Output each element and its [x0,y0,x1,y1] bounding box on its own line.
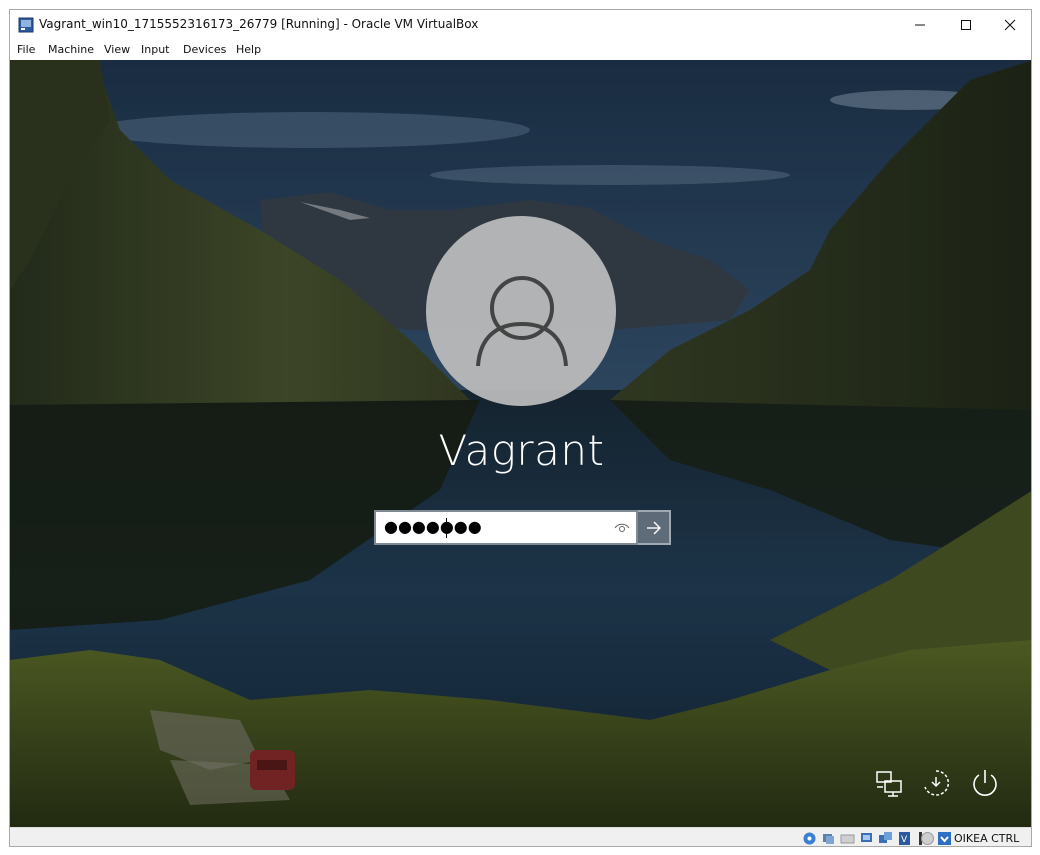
password-input[interactable]: ●●●●●●● [374,510,638,545]
virtualbox-window: Vagrant_win10_1715552316173_26779 [Runni… [9,9,1032,847]
menu-bar: File Machine View Input Devices Help [10,40,1031,60]
audio-icon[interactable] [840,831,855,846]
host-key-label: OIKEA CTRL [954,832,1020,845]
video-capture-icon[interactable] [920,831,935,846]
user-avatar-icon [476,276,568,367]
usb-icon[interactable] [878,831,893,846]
eye-icon[interactable] [614,521,630,535]
minimize-button[interactable] [897,10,943,40]
optical-drive-icon[interactable] [821,831,836,846]
mouse-integration-icon[interactable] [937,831,952,846]
virtualbox-app-icon [18,17,34,33]
svg-text:V: V [901,835,908,845]
arrow-right-icon [646,521,661,534]
menu-machine[interactable]: Machine [48,43,94,56]
network-adapter-icon[interactable] [859,831,874,846]
menu-devices[interactable]: Devices [183,43,226,56]
hard-disk-icon[interactable] [802,831,817,846]
minimize-icon [915,24,925,26]
maximize-icon [961,20,971,30]
menu-view[interactable]: View [104,43,130,56]
ease-of-access-icon[interactable] [920,767,952,799]
title-bar[interactable]: Vagrant_win10_1715552316173_26779 [Runni… [10,10,1031,40]
close-icon [1004,19,1016,31]
username-label: Vagrant [438,426,605,475]
power-icon[interactable] [969,767,1001,799]
menu-file[interactable]: File [17,43,35,56]
guest-display[interactable]: Vagrant ●●●●●●● [10,60,1031,827]
shared-folders-icon[interactable]: V [897,831,912,846]
submit-button[interactable] [638,510,671,545]
text-caret [446,518,447,538]
network-icon[interactable] [873,767,905,799]
status-bar: V OIKEA CTRL [10,827,1031,846]
menu-input[interactable]: Input [141,43,169,56]
user-avatar [426,216,616,406]
maximize-button[interactable] [943,10,989,40]
close-button[interactable] [987,10,1031,40]
password-value: ●●●●●●● [384,517,482,536]
window-title: Vagrant_win10_1715552316173_26779 [Runni… [39,17,479,31]
menu-help[interactable]: Help [236,43,261,56]
